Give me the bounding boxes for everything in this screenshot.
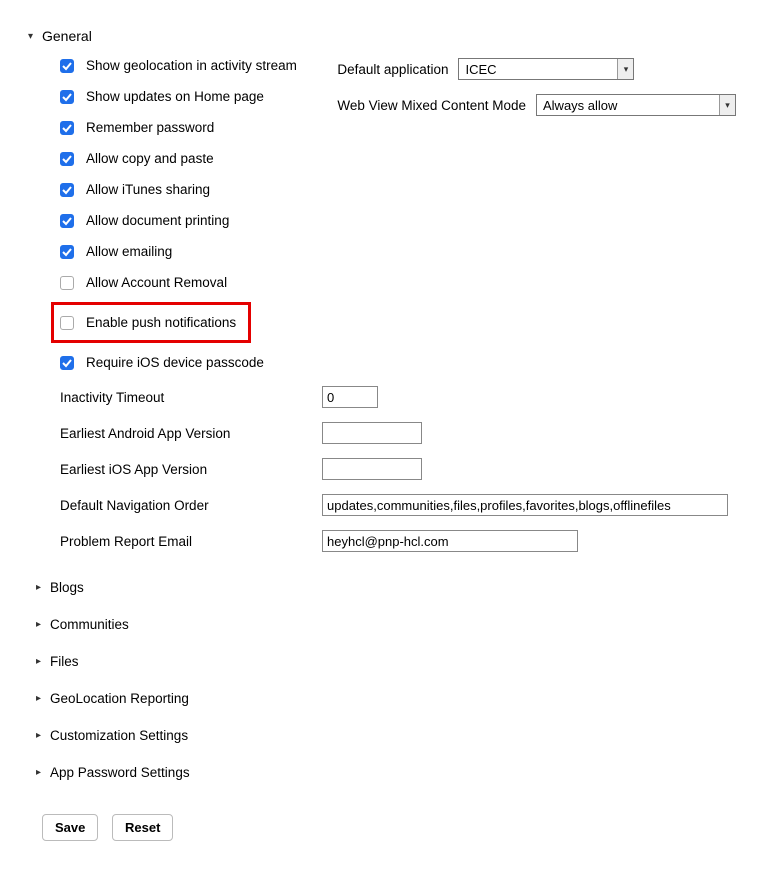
section-title: GeoLocation Reporting [50,691,189,706]
checkbox-emailing[interactable] [60,245,74,259]
checkbox-row-push-notif-highlighted: Enable push notifications [51,302,251,343]
checkbox-itunes[interactable] [60,183,74,197]
checkbox-label: Allow emailing [86,244,172,259]
select-value: Always allow [543,98,617,113]
chevron-down-icon: ▾ [719,95,735,115]
field-label: Inactivity Timeout [60,390,322,405]
section-title: App Password Settings [50,765,190,780]
caret-right-icon [36,730,44,741]
ios-version-input[interactable] [322,458,422,480]
section-title: Customization Settings [50,728,188,743]
field-label: Problem Report Email [60,534,322,549]
checkbox-label: Show updates on Home page [86,89,264,104]
checkbox-row-remember-pw: Remember password [60,120,297,135]
checkbox-label: Allow copy and paste [86,151,214,166]
checkbox-row-copy-paste: Allow copy and paste [60,151,297,166]
reset-button[interactable]: Reset [112,814,173,841]
section-title-general: General [42,28,92,44]
checkbox-row-geo-stream: Show geolocation in activity stream [60,58,297,73]
checkbox-label: Allow document printing [86,213,229,228]
chevron-down-icon: ▾ [617,59,633,79]
problem-email-input[interactable] [322,530,578,552]
section-header-communities[interactable]: Communities [36,617,754,632]
checkbox-label: Show geolocation in activity stream [86,58,297,73]
caret-down-icon [28,31,36,42]
section-header-general[interactable]: General [28,28,754,44]
caret-right-icon [36,767,44,778]
save-button[interactable]: Save [42,814,98,841]
field-row-android-ver: Earliest Android App Version [18,422,754,444]
checkbox-doc-print[interactable] [60,214,74,228]
caret-right-icon [36,619,44,630]
select-row-mixed-content: Web View Mixed Content Mode Always allow… [337,94,736,116]
inactivity-timeout-input[interactable] [322,386,378,408]
caret-right-icon [36,656,44,667]
field-label: Earliest iOS App Version [60,462,322,477]
select-label: Default application [337,62,448,77]
section-header-files[interactable]: Files [36,654,754,669]
section-header-apppw[interactable]: App Password Settings [36,765,754,780]
section-header-geo[interactable]: GeoLocation Reporting [36,691,754,706]
field-row-inactivity: Inactivity Timeout [18,386,754,408]
checkbox-row-emailing: Allow emailing [60,244,297,259]
field-label: Earliest Android App Version [60,426,322,441]
checkbox-row-home-updates: Show updates on Home page [60,89,297,104]
checkbox-ios-passcode[interactable] [60,356,74,370]
checkbox-home-updates[interactable] [60,90,74,104]
checkbox-row-ios-passcode: Require iOS device passcode [60,355,297,370]
checkbox-geo-stream[interactable] [60,59,74,73]
select-label: Web View Mixed Content Mode [337,98,526,113]
checkbox-push-notif[interactable] [60,316,74,330]
select-row-default-app: Default application ICEC ▾ [337,58,736,80]
select-value: ICEC [465,62,496,77]
section-header-blogs[interactable]: Blogs [36,580,754,595]
checkbox-acct-removal[interactable] [60,276,74,290]
checkbox-label: Require iOS device passcode [86,355,264,370]
checkbox-row-acct-removal: Allow Account Removal [60,275,297,290]
default-app-select[interactable]: ICEC ▾ [458,58,634,80]
android-version-input[interactable] [322,422,422,444]
section-title: Blogs [50,580,84,595]
section-title: Files [50,654,79,669]
checkbox-label: Enable push notifications [86,315,236,330]
checkbox-label: Allow iTunes sharing [86,182,210,197]
field-label: Default Navigation Order [60,498,322,513]
field-row-ios-ver: Earliest iOS App Version [18,458,754,480]
checkbox-row-doc-print: Allow document printing [60,213,297,228]
caret-right-icon [36,693,44,704]
nav-order-input[interactable] [322,494,728,516]
checkbox-row-itunes: Allow iTunes sharing [60,182,297,197]
section-header-custom[interactable]: Customization Settings [36,728,754,743]
mixed-content-select[interactable]: Always allow ▾ [536,94,736,116]
section-title: Communities [50,617,129,632]
field-row-problem-email: Problem Report Email [18,530,754,552]
checkbox-remember-pw[interactable] [60,121,74,135]
caret-right-icon [36,582,44,593]
checkbox-copy-paste[interactable] [60,152,74,166]
field-row-nav-order: Default Navigation Order [18,494,754,516]
checkbox-label: Allow Account Removal [86,275,227,290]
checkbox-label: Remember password [86,120,214,135]
